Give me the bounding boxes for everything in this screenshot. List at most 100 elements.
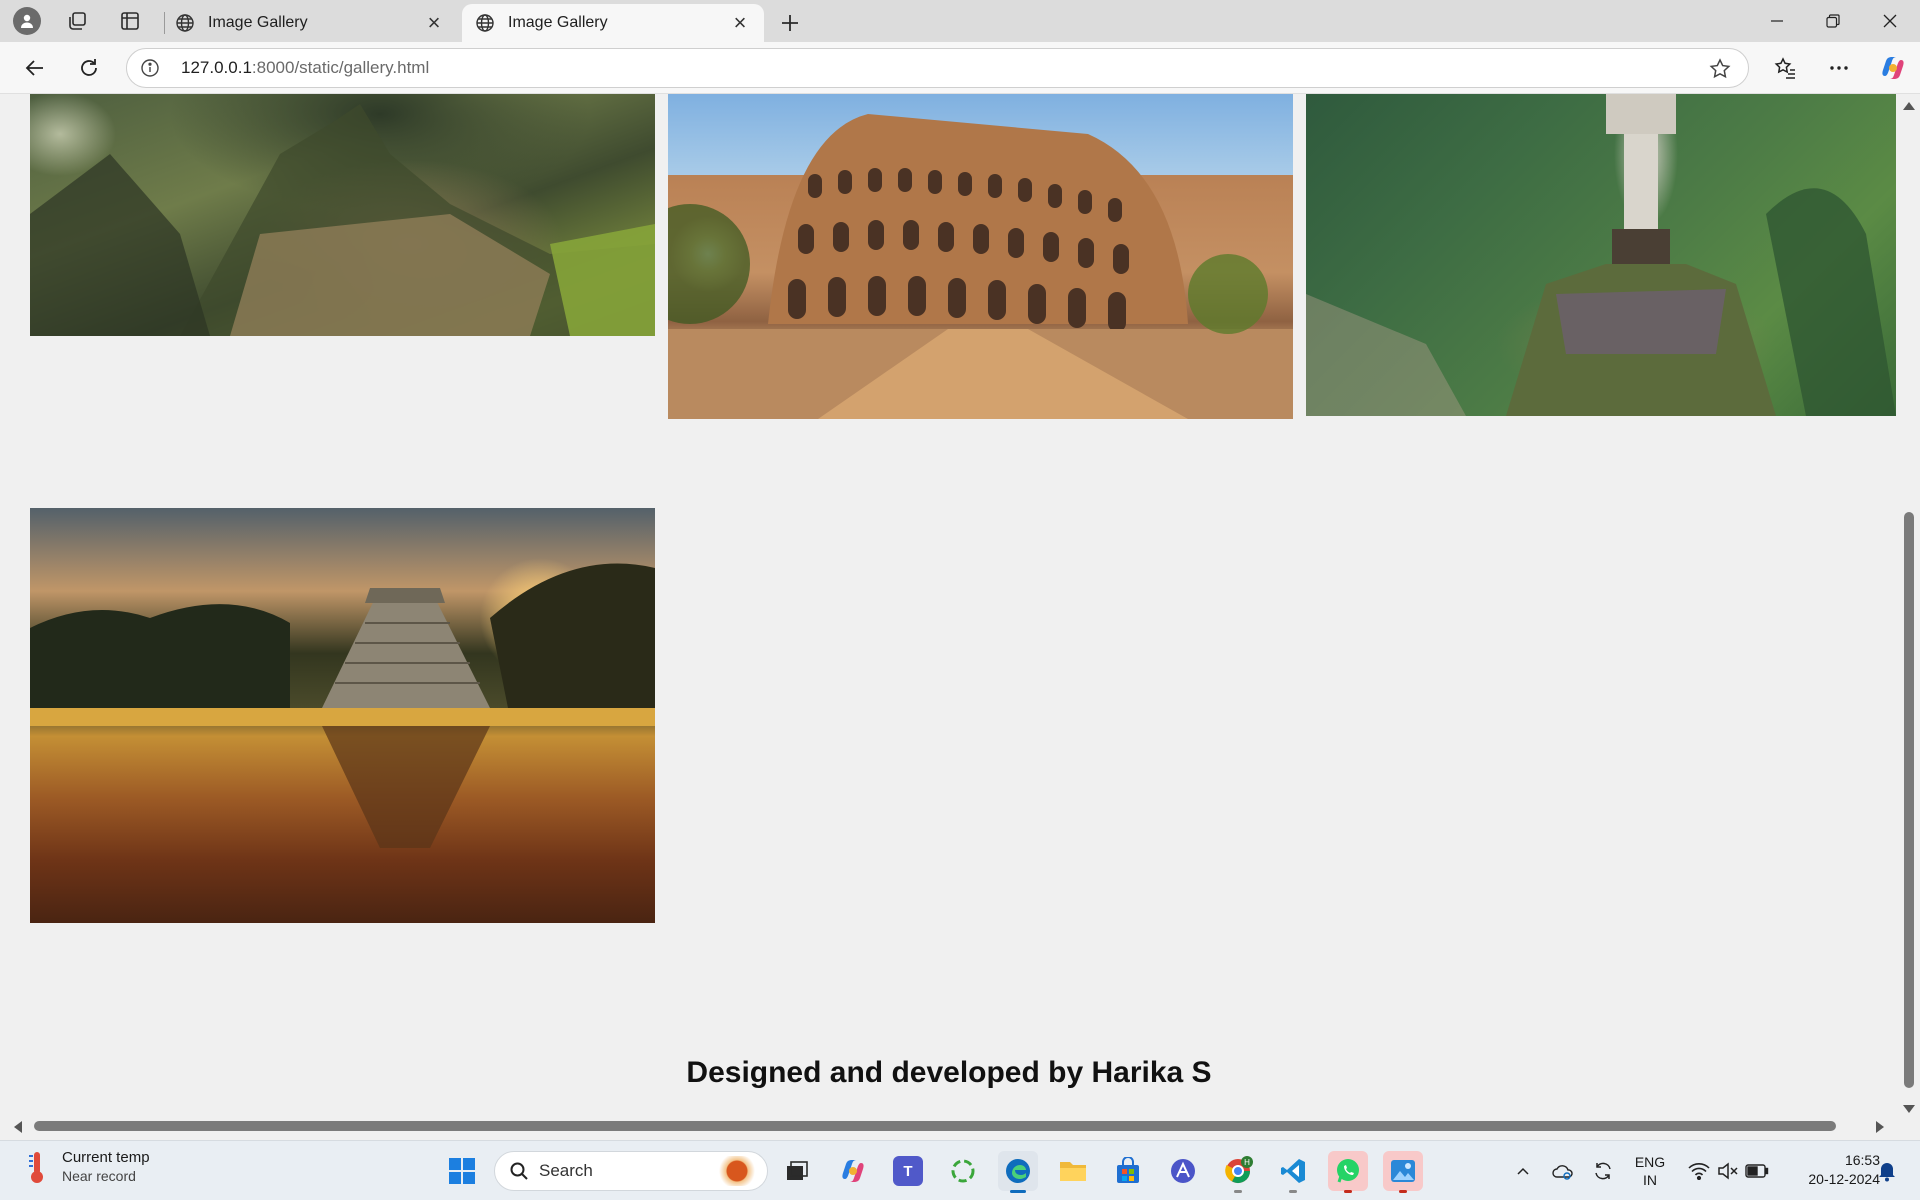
footer-credit: Designed and developed by Harika S xyxy=(686,1056,1212,1089)
close-tab-icon[interactable]: × xyxy=(728,10,752,35)
favorites-button[interactable] xyxy=(1768,51,1802,85)
wifi-icon xyxy=(1688,1163,1710,1180)
vertical-scrollbar[interactable] xyxy=(1898,94,1920,1121)
chevron-up-icon xyxy=(1517,1167,1529,1175)
chichen-itza-image[interactable] xyxy=(30,508,655,923)
running-indicator xyxy=(1399,1190,1407,1193)
scroll-right-arrow-icon[interactable] xyxy=(1876,1121,1884,1133)
colosseum-image[interactable] xyxy=(668,94,1293,419)
edge-browser-app[interactable] xyxy=(998,1151,1038,1193)
tab-image-gallery-1[interactable]: Image Gallery × xyxy=(162,4,458,42)
address-bar[interactable]: 127.0.0.1:8000/static/gallery.html xyxy=(126,48,1749,88)
photos-app[interactable] xyxy=(1383,1151,1423,1193)
microsoft-store-app[interactable] xyxy=(1108,1151,1148,1191)
photos-icon xyxy=(1391,1160,1415,1182)
battery-tray[interactable] xyxy=(1742,1141,1772,1200)
refresh-app[interactable] xyxy=(943,1151,983,1191)
search-highlight-icon xyxy=(707,1156,757,1186)
thermometer-icon xyxy=(29,1151,43,1183)
copilot-taskbar-app[interactable] xyxy=(833,1151,873,1191)
app-triangle[interactable] xyxy=(1163,1151,1203,1191)
christ-the-redeemer-illustration xyxy=(1306,94,1896,416)
show-hidden-icons-button[interactable] xyxy=(1510,1141,1536,1200)
weather-title: Current temp xyxy=(62,1149,150,1166)
start-button[interactable] xyxy=(442,1151,482,1191)
tab-title: Image Gallery xyxy=(208,14,308,31)
weather-widget[interactable]: Current temp Near record xyxy=(26,1149,150,1184)
plus-icon xyxy=(782,15,798,31)
new-tab-button[interactable] xyxy=(773,6,807,40)
url-path: :8000/static/gallery.html xyxy=(251,58,430,77)
clock-time: 16:53 xyxy=(1844,1152,1880,1168)
weather-subtitle: Near record xyxy=(62,1168,136,1184)
file-explorer-app[interactable] xyxy=(1053,1151,1093,1191)
globe-icon xyxy=(474,12,496,34)
url-text: 127.0.0.1:8000/static/gallery.html xyxy=(181,58,429,78)
task-view-icon xyxy=(787,1161,808,1180)
restore-icon xyxy=(1826,14,1840,28)
globe-icon xyxy=(174,12,196,34)
minimize-button[interactable] xyxy=(1749,0,1805,42)
horizontal-scrollbar[interactable] xyxy=(0,1117,1898,1135)
taskbar-search[interactable]: Search xyxy=(494,1151,768,1191)
workspaces-button[interactable] xyxy=(58,4,96,38)
restore-button[interactable] xyxy=(1805,0,1861,42)
folder-icon xyxy=(1060,1162,1086,1181)
volume-tray[interactable] xyxy=(1713,1141,1743,1200)
profile-icon xyxy=(13,7,41,35)
site-info-icon[interactable] xyxy=(127,58,173,78)
more-dots-icon xyxy=(1830,66,1848,70)
edge-icon xyxy=(1006,1159,1030,1183)
copilot-icon xyxy=(1882,57,1904,79)
browser-toolbar: 127.0.0.1:8000/static/gallery.html xyxy=(0,42,1920,94)
language-code: ENG xyxy=(1634,1154,1666,1170)
tab-image-gallery-2[interactable]: Image Gallery × xyxy=(462,4,764,42)
christ-the-redeemer-image[interactable] xyxy=(1306,94,1896,416)
bell-icon xyxy=(1879,1163,1895,1182)
task-view-button[interactable] xyxy=(777,1151,817,1191)
settings-more-button[interactable] xyxy=(1822,51,1856,85)
whatsapp-icon xyxy=(1337,1159,1359,1183)
vscode-icon xyxy=(1281,1159,1305,1183)
scroll-down-arrow-icon[interactable] xyxy=(1903,1105,1915,1113)
teams-app[interactable]: T xyxy=(888,1151,928,1191)
vscode-app[interactable] xyxy=(1273,1151,1313,1193)
minimize-icon xyxy=(1771,20,1783,22)
back-button[interactable] xyxy=(18,51,52,85)
favorites-list-icon xyxy=(1774,57,1795,79)
scroll-left-arrow-icon[interactable] xyxy=(14,1121,22,1133)
vertical-tabs-icon xyxy=(121,12,139,30)
search-label: Search xyxy=(539,1161,593,1180)
back-arrow-icon xyxy=(25,60,43,76)
machu-picchu-image[interactable] xyxy=(30,94,655,336)
language-indicator[interactable]: ENG IN xyxy=(1628,1141,1672,1200)
clock[interactable]: 16:53 20-12-2024 xyxy=(1780,1151,1880,1189)
workspaces-icon xyxy=(69,12,86,30)
horizontal-scroll-thumb[interactable] xyxy=(34,1121,1836,1131)
close-tab-icon[interactable]: × xyxy=(422,10,446,35)
sync-tray[interactable] xyxy=(1588,1141,1618,1200)
vertical-tabs-button[interactable] xyxy=(111,4,149,38)
onedrive-tray[interactable] xyxy=(1548,1141,1578,1200)
copilot-button[interactable] xyxy=(1876,51,1910,85)
clock-date: 20-12-2024 xyxy=(1808,1171,1880,1187)
close-window-button[interactable] xyxy=(1862,0,1918,42)
region-code: IN xyxy=(1643,1172,1657,1188)
triangle-logo-icon xyxy=(1171,1159,1195,1183)
scroll-up-arrow-icon[interactable] xyxy=(1903,102,1915,110)
vertical-scroll-thumb[interactable] xyxy=(1904,512,1914,1088)
running-indicator xyxy=(1344,1190,1352,1193)
chrome-app[interactable]: H xyxy=(1218,1151,1258,1193)
profile-button[interactable] xyxy=(8,4,46,38)
chichen-itza-illustration xyxy=(30,563,655,848)
wifi-tray[interactable] xyxy=(1684,1141,1714,1200)
refresh-button[interactable] xyxy=(72,51,106,85)
taskbar: Current temp Near record Search T H ENG … xyxy=(0,1140,1920,1200)
notifications-button[interactable] xyxy=(1872,1141,1902,1200)
battery-icon xyxy=(1745,1164,1769,1178)
svg-text:H: H xyxy=(1244,1158,1250,1167)
search-icon xyxy=(510,1162,528,1180)
favorite-star-icon[interactable] xyxy=(1708,57,1732,81)
whatsapp-app[interactable] xyxy=(1328,1151,1368,1193)
running-indicator xyxy=(1234,1190,1242,1193)
